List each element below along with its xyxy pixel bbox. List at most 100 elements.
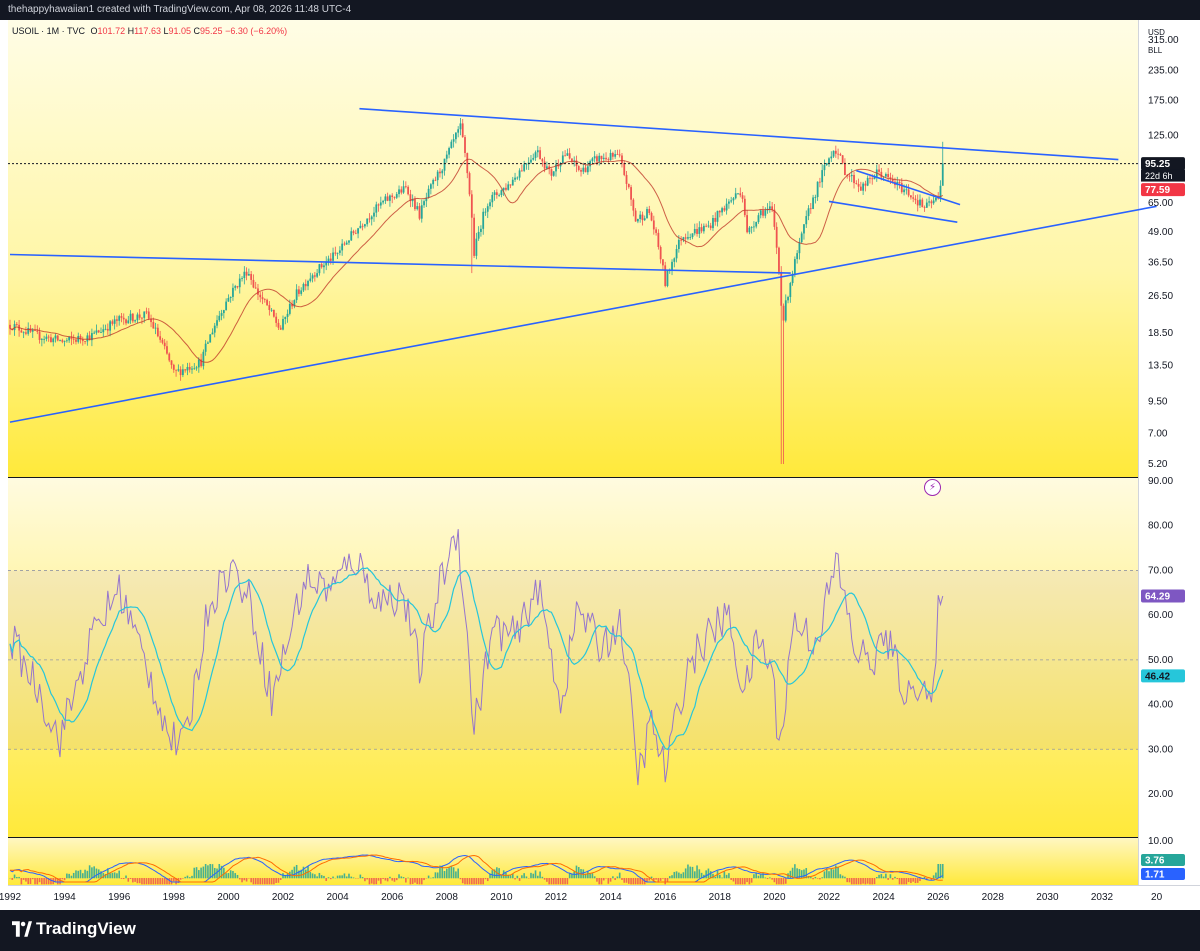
macd-histogram-bar xyxy=(689,866,692,879)
macd-histogram-bar xyxy=(61,878,64,880)
macd-histogram-bar xyxy=(118,870,120,879)
macd-histogram-bar xyxy=(666,878,669,882)
macd-histogram-bar xyxy=(198,870,200,879)
price-candle xyxy=(664,261,667,288)
symbol-legend[interactable]: USOIL · 1M · TVC O101.72 H117.63 L91.05 … xyxy=(12,26,287,36)
macd-histogram-bar xyxy=(154,878,157,885)
macd-histogram-bar xyxy=(414,878,416,883)
macd-histogram-bar xyxy=(509,875,512,879)
rsi-tick-label: 50.00 xyxy=(1148,655,1173,666)
macd-pane-background xyxy=(8,838,1138,885)
macd-histogram-bar xyxy=(400,876,403,879)
macd-histogram-bar xyxy=(152,878,155,885)
macd-histogram-bar xyxy=(691,866,694,879)
macd-histogram-bar xyxy=(416,878,419,885)
macd-histogram-bar xyxy=(184,876,186,879)
macd-histogram-bar xyxy=(907,878,910,883)
macd-histogram-bar xyxy=(411,878,414,884)
macd-histogram-bar xyxy=(878,874,880,879)
macd-histogram-bar xyxy=(291,869,293,879)
macd-histogram-bar xyxy=(243,878,246,881)
macd-histogram-bar xyxy=(746,878,748,883)
rsi-value-tag[interactable]: 64.29 xyxy=(1141,589,1185,603)
macd-histogram-bar xyxy=(543,878,546,880)
macd-histogram-bar xyxy=(380,878,382,884)
price-candle xyxy=(56,334,59,342)
unit-label[interactable]: BLL xyxy=(1148,46,1162,55)
macd-histogram-bar xyxy=(864,878,867,885)
macd-histogram-bar xyxy=(373,878,375,885)
macd-histogram-bar xyxy=(250,878,252,883)
macd-histogram-bar xyxy=(43,878,45,885)
macd-histogram-bar xyxy=(345,876,348,879)
macd-histogram-bar xyxy=(628,878,630,884)
macd-histogram-bar xyxy=(821,877,823,879)
currency-label[interactable]: USD xyxy=(1148,28,1165,37)
macd-histogram-bar xyxy=(147,878,150,885)
svg-text:95.25: 95.25 xyxy=(1145,159,1170,170)
macd-histogram-bar xyxy=(161,878,164,885)
macd-histogram-bar xyxy=(31,878,34,880)
lightning-icon[interactable]: ⚡ xyxy=(924,479,941,496)
macd-histogram-bar xyxy=(336,875,339,879)
macd-histogram-bar xyxy=(780,878,783,885)
macd-histogram-bar xyxy=(778,878,780,885)
ma-value-tag[interactable]: 77.59 xyxy=(1141,183,1185,197)
macd-histogram-bar xyxy=(311,873,314,879)
price-tick-label: 235.00 xyxy=(1148,65,1179,76)
last-price-tag[interactable]: 95.25 xyxy=(1141,157,1185,171)
macd-histogram-bar xyxy=(277,878,280,883)
macd-histogram-bar xyxy=(225,873,227,879)
macd-histogram-bar xyxy=(395,878,398,881)
macd-histogram-bar xyxy=(894,876,896,879)
macd-histogram-bar xyxy=(764,877,767,879)
bar-countdown-tag: 22d 6h xyxy=(1141,169,1185,182)
macd-histogram-bar xyxy=(66,873,68,879)
rsi-ma-value-tag[interactable]: 46.42 xyxy=(1141,669,1185,683)
macd-histogram-bar xyxy=(518,878,521,881)
macd-histogram-bar xyxy=(671,875,673,879)
macd-histogram-bar xyxy=(72,872,75,879)
macd-histogram-bar xyxy=(557,878,560,885)
macd-histogram-bar xyxy=(75,870,77,879)
macd-histogram-bar xyxy=(200,867,202,879)
macd-histogram-bar xyxy=(887,878,889,880)
macd-histogram-bar xyxy=(113,872,116,879)
macd-histogram-bar xyxy=(664,878,666,885)
macd-histogram-bar xyxy=(116,873,118,879)
legend-open-label: O xyxy=(90,26,98,36)
chart-canvas[interactable]: 315.00235.00175.00125.0065.0049.0036.502… xyxy=(0,20,1200,910)
macd-histogram-bar xyxy=(730,878,732,880)
macd-histogram-bar xyxy=(268,878,271,885)
macd-histogram-bar xyxy=(596,878,598,882)
macd-tick-label: 10.00 xyxy=(1148,836,1173,847)
macd-histogram-bar xyxy=(63,878,66,881)
macd-histogram-bar xyxy=(912,878,914,882)
macd-histogram-bar xyxy=(784,878,787,884)
macd-histogram-bar xyxy=(279,878,282,880)
macd-histogram-bar xyxy=(621,878,623,880)
top-bar: thehappyhawaiian1 created with TradingVi… xyxy=(0,0,1200,20)
macd-histogram-bar xyxy=(77,870,80,879)
macd-signal-tag[interactable]: 1.71 xyxy=(1141,868,1185,881)
macd-histogram-bar xyxy=(678,872,680,879)
time-tick-label: 2018 xyxy=(709,892,732,903)
macd-histogram-bar xyxy=(668,876,671,879)
macd-histogram-bar xyxy=(591,873,594,879)
macd-histogram-bar xyxy=(270,878,273,885)
chart-frame[interactable]: 315.00 235.00 175.00 125.00 65.00 49.00 36.50 2… xyxy=(0,20,1200,910)
macd-histogram-bar xyxy=(41,878,43,885)
price-candle xyxy=(666,269,669,288)
macd-histogram-bar xyxy=(873,878,876,885)
macd-histogram-bar xyxy=(607,878,610,884)
macd-histogram-bar xyxy=(261,878,264,885)
macd-histogram-bar xyxy=(241,878,243,883)
rsi-tick-label: 40.00 xyxy=(1148,700,1173,711)
macd-histogram-bar xyxy=(309,872,312,879)
macd-histogram-bar xyxy=(236,874,239,879)
macd-histogram-bar xyxy=(541,876,544,879)
macd-value-tag[interactable]: 3.76 xyxy=(1141,854,1185,867)
time-tick-label: 2008 xyxy=(436,892,459,903)
macd-histogram-bar xyxy=(391,878,393,881)
macd-histogram-bar xyxy=(129,878,132,880)
